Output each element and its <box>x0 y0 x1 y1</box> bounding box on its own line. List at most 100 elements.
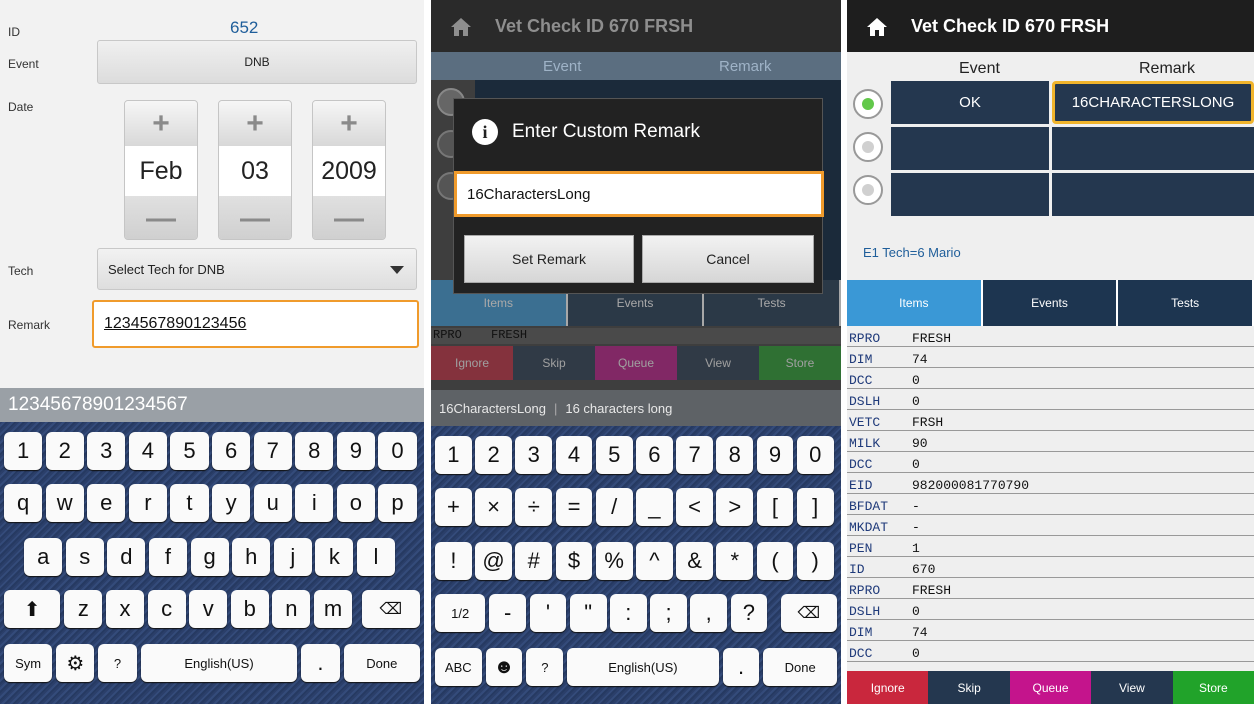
store-button[interactable]: Store <box>1172 671 1254 704</box>
key-g[interactable]: g <box>190 538 229 576</box>
table-row[interactable]: DCC 0 <box>847 373 1254 390</box>
day-picker[interactable]: + 03 — <box>218 100 292 240</box>
abc-key[interactable]: ABC <box>435 648 482 686</box>
key-k[interactable]: k <box>315 538 354 576</box>
table-row[interactable]: DSLH 0 <box>847 604 1254 621</box>
key-5[interactable]: 5 <box>170 432 209 470</box>
key-o[interactable]: o <box>336 484 375 522</box>
key-w[interactable]: w <box>45 484 84 522</box>
custom-remark-input[interactable] <box>454 171 824 217</box>
key-7[interactable]: 7 <box>676 436 713 474</box>
month-decrement-button[interactable]: — <box>125 196 197 239</box>
done-key[interactable]: Done <box>343 644 420 682</box>
key-"[interactable]: " <box>569 594 607 632</box>
key-9[interactable]: 9 <box>336 432 375 470</box>
key-c[interactable]: c <box>147 590 186 628</box>
table-row[interactable]: DCC 0 <box>847 457 1254 474</box>
key-3[interactable]: 3 <box>87 432 126 470</box>
suggestion-bar[interactable]: 12345678901234567 <box>0 388 424 422</box>
key-5[interactable]: 5 <box>595 436 633 474</box>
table-row[interactable]: DSLH 0 <box>847 394 1254 411</box>
key-<[interactable]: < <box>676 488 713 526</box>
year-picker[interactable]: + 2009 — <box>312 100 386 240</box>
key-n[interactable]: n <box>272 590 311 628</box>
home-icon[interactable] <box>449 15 471 37</box>
key-×[interactable]: × <box>475 488 512 526</box>
cancel-button[interactable]: Cancel <box>642 235 814 283</box>
key-9[interactable]: 9 <box>756 436 794 474</box>
key-^[interactable]: ^ <box>636 542 673 580</box>
key-u[interactable]: u <box>253 484 292 522</box>
space-key[interactable]: English(US) <box>567 648 719 686</box>
key-m[interactable]: m <box>313 590 353 628</box>
event-button[interactable]: DNB <box>97 40 417 84</box>
queue-button[interactable]: Queue <box>595 346 677 380</box>
year-decrement-button[interactable]: — <box>313 196 385 239</box>
key--[interactable]: - <box>489 594 527 632</box>
table-row[interactable]: ID 670 <box>847 562 1254 579</box>
table-row[interactable]: DIM 74 <box>847 625 1254 642</box>
tab-tests[interactable]: Tests <box>1118 280 1254 326</box>
event-cell[interactable] <box>891 127 1049 170</box>
key-z[interactable]: z <box>64 590 103 628</box>
key-i[interactable]: i <box>295 484 334 522</box>
key-)[interactable]: ) <box>796 542 834 580</box>
key-x[interactable]: x <box>105 590 145 628</box>
tab-events[interactable]: Events <box>982 280 1119 326</box>
key-l[interactable]: l <box>356 538 396 576</box>
table-row[interactable]: MKDAT - <box>847 520 1254 537</box>
key-v[interactable]: v <box>189 590 228 628</box>
store-button[interactable]: Store <box>759 346 841 380</box>
key->[interactable]: > <box>716 488 754 526</box>
key-@[interactable]: @ <box>475 542 512 580</box>
key-4[interactable]: 4 <box>128 432 167 470</box>
key-e[interactable]: e <box>87 484 126 522</box>
key-f[interactable]: f <box>148 538 188 576</box>
key-0[interactable]: 0 <box>796 436 834 474</box>
key-a[interactable]: a <box>24 538 63 576</box>
key-+[interactable]: + <box>435 488 472 526</box>
ignore-button[interactable]: Ignore <box>431 346 513 380</box>
key-,[interactable]: , <box>690 594 728 632</box>
key-t[interactable]: t <box>170 484 209 522</box>
table-row[interactable]: RPRO FRESH <box>847 331 1254 348</box>
key-][interactable]: ] <box>796 488 834 526</box>
key-p[interactable]: p <box>378 484 417 522</box>
key-0[interactable]: 0 <box>378 432 417 470</box>
key-d[interactable]: d <box>107 538 146 576</box>
day-increment-button[interactable]: + <box>219 101 291 146</box>
key-#[interactable]: # <box>515 542 553 580</box>
table-row[interactable]: PEN 1 <box>847 541 1254 558</box>
key-3[interactable]: 3 <box>515 436 553 474</box>
day-decrement-button[interactable]: — <box>219 196 291 239</box>
key-=[interactable]: = <box>555 488 593 526</box>
table-row[interactable]: RPRO FRESH <box>847 583 1254 600</box>
suggestion-1[interactable]: 16CharactersLong <box>439 401 546 416</box>
month-picker[interactable]: + Feb — <box>124 100 198 240</box>
skip-button[interactable]: Skip <box>928 671 1010 704</box>
backspace-icon[interactable]: ⌫ <box>361 590 420 628</box>
key-8[interactable]: 8 <box>295 432 334 470</box>
period-key[interactable]: . <box>722 648 760 686</box>
remark-cell[interactable]: 16CHARACTERSLONG <box>1052 81 1254 124</box>
key-2[interactable]: 2 <box>475 436 512 474</box>
suggestion-2[interactable]: 16 characters long <box>565 401 672 416</box>
radio-button-selected[interactable] <box>853 89 883 119</box>
table-row[interactable]: EID 982000081770790 <box>847 478 1254 495</box>
key-2[interactable]: 2 <box>45 432 84 470</box>
key-![interactable]: ! <box>435 542 472 580</box>
table-row[interactable]: BFDAT - <box>847 499 1254 516</box>
tab-items[interactable]: Items <box>847 280 983 326</box>
tech-select[interactable]: Select Tech for DNB <box>97 248 417 290</box>
done-key[interactable]: Done <box>763 648 837 686</box>
emoji-icon[interactable]: ☻ <box>485 648 523 686</box>
key-1[interactable]: 1 <box>435 436 472 474</box>
key-6[interactable]: 6 <box>212 432 251 470</box>
key-$[interactable]: $ <box>555 542 593 580</box>
view-button[interactable]: View <box>1091 671 1173 704</box>
key-1/2[interactable]: 1/2 <box>435 594 486 632</box>
ignore-button[interactable]: Ignore <box>847 671 929 704</box>
key-6[interactable]: 6 <box>636 436 673 474</box>
key-/[interactable]: / <box>595 488 633 526</box>
key-([interactable]: ( <box>756 542 794 580</box>
